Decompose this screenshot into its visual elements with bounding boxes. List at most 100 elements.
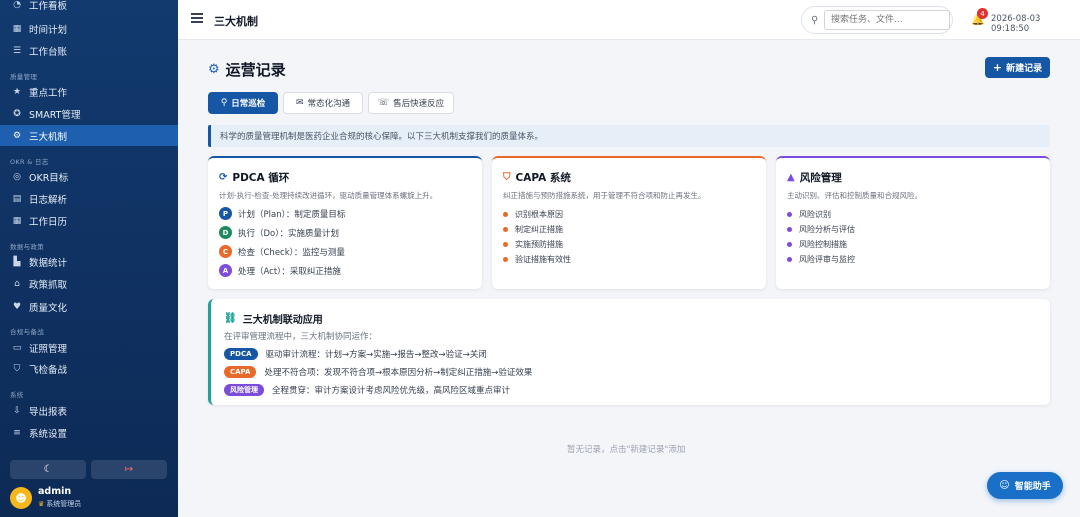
crown-icon: ♛: [38, 500, 45, 508]
sidebar-item-label: 数据统计: [29, 257, 68, 269]
chart-icon: ▙: [13, 256, 21, 267]
step-text: 执行（Do）：实施质量计划: [238, 228, 339, 239]
pdca-step-check: C 检查（Check）：监控与测量: [219, 245, 471, 258]
step-letter: D: [219, 226, 232, 239]
new-record-button[interactable]: + 新建记录: [985, 57, 1050, 78]
section-label: 系统: [10, 391, 24, 399]
list-item: 制定纠正措施: [503, 225, 755, 234]
list-item: 风险控制措施: [787, 240, 1039, 249]
linkage-text: 驱动审计流程：计划→方案→实施→报告→整改→验证→关闭: [265, 349, 487, 360]
tab-regular-communication[interactable]: ✉ 常态化沟通: [283, 92, 363, 114]
list-item: 识别根本原因: [503, 210, 755, 219]
bullet-dot: [787, 227, 792, 232]
list-icon: ☰: [12, 45, 22, 56]
notification-badge: 4: [977, 8, 988, 19]
sidebar: ◔ 工作看板 ▦ 时间计划 ☰ 工作台账 质量管理 ★ 重点工作 ✪ SMART…: [0, 0, 178, 517]
sidebar-item-export[interactable]: ⇩ 导出报表: [0, 400, 178, 421]
list-item-text: 风险识别: [799, 210, 831, 219]
section-label: 合规与备战: [10, 328, 44, 336]
smart-assistant-button[interactable]: ☺ 智能助手: [987, 472, 1063, 499]
search-box: ⚲: [801, 6, 953, 34]
tab-after-sales[interactable]: ☏ 售后快速反应: [368, 92, 454, 114]
sidebar-item-three-mechanisms[interactable]: ⚙ 三大机制: [0, 125, 178, 146]
sidebar-item-key-work[interactable]: ★ 重点工作: [0, 81, 178, 102]
tab-label: 日常巡检: [231, 99, 266, 109]
linkage-row-capa: CAPA 处理不符合项：发现不符合项→根本原因分析→制定纠正措施→验证效果: [224, 365, 1037, 378]
sidebar-item-smart[interactable]: ✪ SMART管理: [0, 103, 178, 124]
capa-badge: CAPA: [224, 365, 257, 378]
step-text: 计划（Plan）：制定质量目标: [238, 209, 346, 220]
sidebar-item-quality-culture[interactable]: ♥ 质量文化: [0, 296, 178, 317]
search-icon: ⚲: [220, 98, 228, 108]
header-title: 三大机制: [214, 15, 258, 28]
pdca-step-act: A 处理（Act）：采取纠正措施: [219, 264, 471, 277]
list-item: 风险分析与评估: [787, 225, 1039, 234]
shield-icon: ⛉: [503, 172, 511, 183]
menu-icon[interactable]: [191, 13, 203, 23]
sidebar-item-okr[interactable]: ◎ OKR目标: [0, 166, 178, 187]
step-text: 处理（Act）：采取纠正措施: [238, 266, 341, 277]
search-input[interactable]: [824, 10, 950, 30]
risk-card: ▲ 风险管理 主动识别、评估和控制质量和合规风险。 风险识别 风险分析与评估 风…: [776, 156, 1050, 289]
sidebar-item-license[interactable]: ▭ 证照管理: [0, 337, 178, 358]
sidebar-item-settings[interactable]: ≡ 系统设置: [0, 422, 178, 443]
search-icon: ⚲: [811, 15, 819, 26]
logout-button[interactable]: ↦: [91, 460, 167, 479]
card-description: 计划-执行-检查-处理持续改进循环，驱动质量管理体系螺旋上升。: [219, 191, 438, 200]
sidebar-item-label: 证照管理: [29, 343, 68, 355]
robot-icon: ☺: [999, 480, 1010, 491]
pdca-badge: PDCA: [224, 347, 258, 360]
document-icon: ▤: [12, 193, 22, 204]
moon-icon: ☾: [43, 464, 53, 475]
top-header: 三大机制 ⚲ 🔔 4 2026-08-03 09:18:50: [178, 0, 1080, 40]
bulb-icon: ✪: [13, 108, 21, 119]
user-role: ♛ 系统管理员: [38, 499, 81, 509]
sidebar-item-time-plan[interactable]: ▦ 时间计划: [0, 18, 178, 39]
list-item-text: 风险分析与评估: [799, 225, 855, 234]
sidebar-item-label: 日志解析: [29, 194, 68, 206]
warning-icon: ▲: [787, 172, 795, 183]
sidebar-item-label: 重点工作: [29, 87, 68, 99]
tab-daily-inspection[interactable]: ⚲ 日常巡检: [208, 92, 278, 114]
sidebar-item-label: OKR目标: [29, 172, 69, 184]
sidebar-item-label: 政策抓取: [29, 279, 68, 291]
sidebar-item-label: 工作台账: [29, 46, 68, 58]
cogs-icon: ⚙: [12, 130, 22, 141]
card-title: ⛓ 三大机制联动应用: [224, 311, 1037, 326]
sidebar-item-label: 飞检备战: [29, 364, 68, 376]
card-description: 主动识别、评估和控制质量和合规风险。: [787, 191, 922, 200]
sidebar-item-statistics[interactable]: ▙ 数据统计: [0, 251, 178, 272]
risk-badge: 风险管理: [224, 383, 264, 396]
linkage-row-risk: 风险管理 全程贯穿：审计方案设计考虑风险优先级，高风险区域重点审计: [224, 383, 1037, 396]
target-icon: ◎: [13, 171, 21, 182]
user-name: admin: [38, 486, 72, 497]
linkage-text: 全程贯穿：审计方案设计考虑风险优先级，高风险区域重点审计: [272, 385, 511, 396]
bullet-dot: [503, 212, 508, 217]
calendar-icon: ▦: [12, 215, 22, 226]
sidebar-item-work-ledger[interactable]: ☰ 工作台账: [0, 40, 178, 61]
sidebar-item-flight-check[interactable]: ⛉ 飞检备战: [0, 358, 178, 379]
card-title: ⟳ PDCA 循环: [219, 170, 471, 185]
shield-icon: ⛉: [13, 363, 21, 374]
theme-toggle-button[interactable]: ☾: [10, 460, 86, 479]
user-icon: ☻: [15, 491, 27, 505]
page-title: ⚙ 运营记录: [208, 59, 286, 80]
sidebar-item-label: 三大机制: [29, 131, 68, 143]
sidebar-item-policy[interactable]: ⌂ 政策抓取: [0, 273, 178, 294]
list-item-text: 风险评审与监控: [799, 255, 855, 264]
id-card-icon: ▭: [12, 342, 22, 353]
calendar-icon: ▦: [12, 23, 22, 34]
sidebar-item-log-parse[interactable]: ▤ 日志解析: [0, 188, 178, 209]
sidebar-item-label: 工作看板: [29, 0, 68, 12]
list-item: 风险识别: [787, 210, 1039, 219]
card-subtitle: 在评审管理流程中，三大机制协同运作：: [224, 332, 378, 342]
bullet-dot: [787, 212, 792, 217]
bullet-dot: [787, 257, 792, 262]
card-description: 纠正措施与预防措施系统，用于管理不符合项和防止再发生。: [503, 191, 706, 200]
sidebar-item-work-calendar[interactable]: ▦ 工作日历: [0, 210, 178, 231]
sidebar-item-label: 质量文化: [29, 302, 68, 314]
sidebar-item-dashboard[interactable]: ◔ 工作看板: [0, 0, 178, 15]
step-letter: A: [219, 264, 232, 277]
sidebar-item-label: 导出报表: [29, 406, 68, 418]
avatar[interactable]: ☻: [10, 487, 32, 509]
